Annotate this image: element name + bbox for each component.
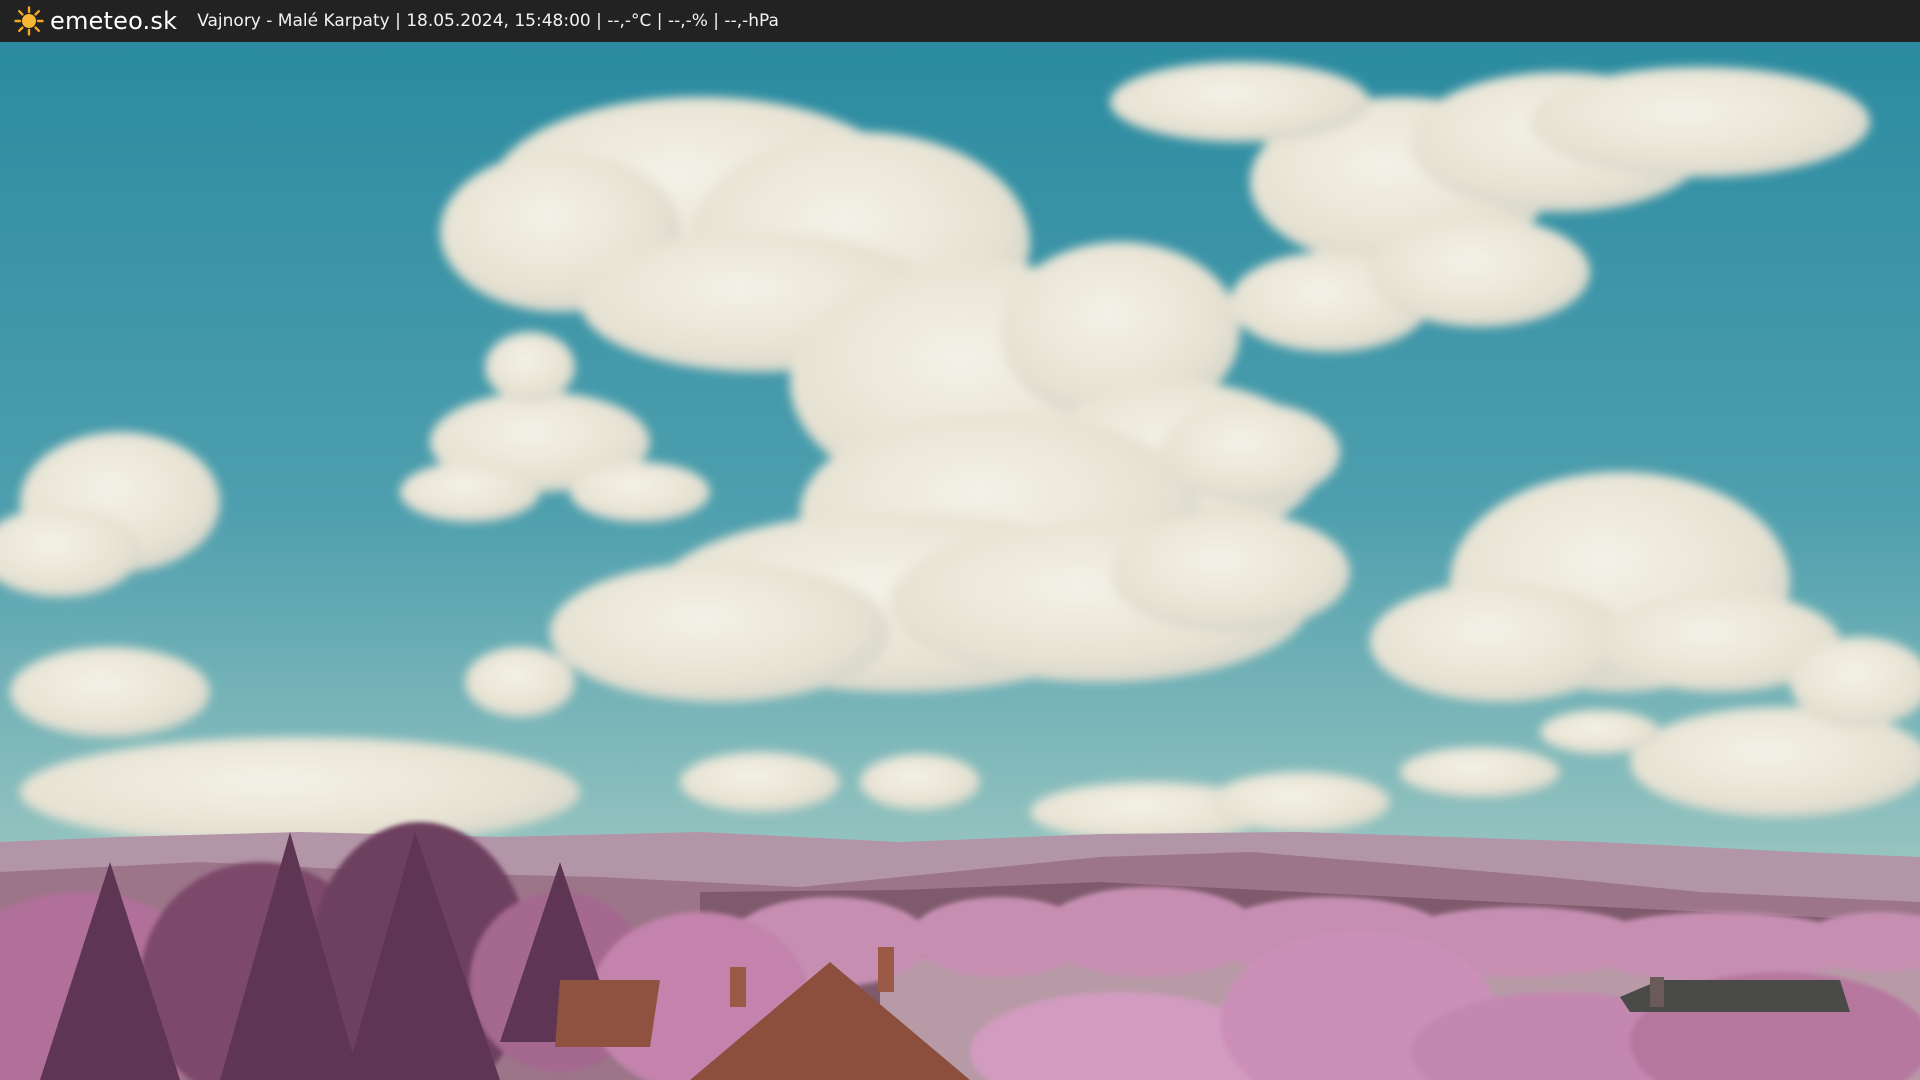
sun-icon bbox=[14, 6, 44, 36]
logo[interactable]: emeteo.sk bbox=[14, 6, 177, 36]
webcam-frame: emeteo.sk Vajnory - Malé Karpaty | 18.05… bbox=[0, 0, 1920, 1080]
webcam-image bbox=[0, 42, 1920, 1080]
brand-name: emeteo.sk bbox=[50, 7, 178, 35]
top-bar: emeteo.sk Vajnory - Malé Karpaty | 18.05… bbox=[0, 0, 1920, 42]
webcam-caption: Vajnory - Malé Karpaty | 18.05.2024, 15:… bbox=[197, 11, 779, 31]
